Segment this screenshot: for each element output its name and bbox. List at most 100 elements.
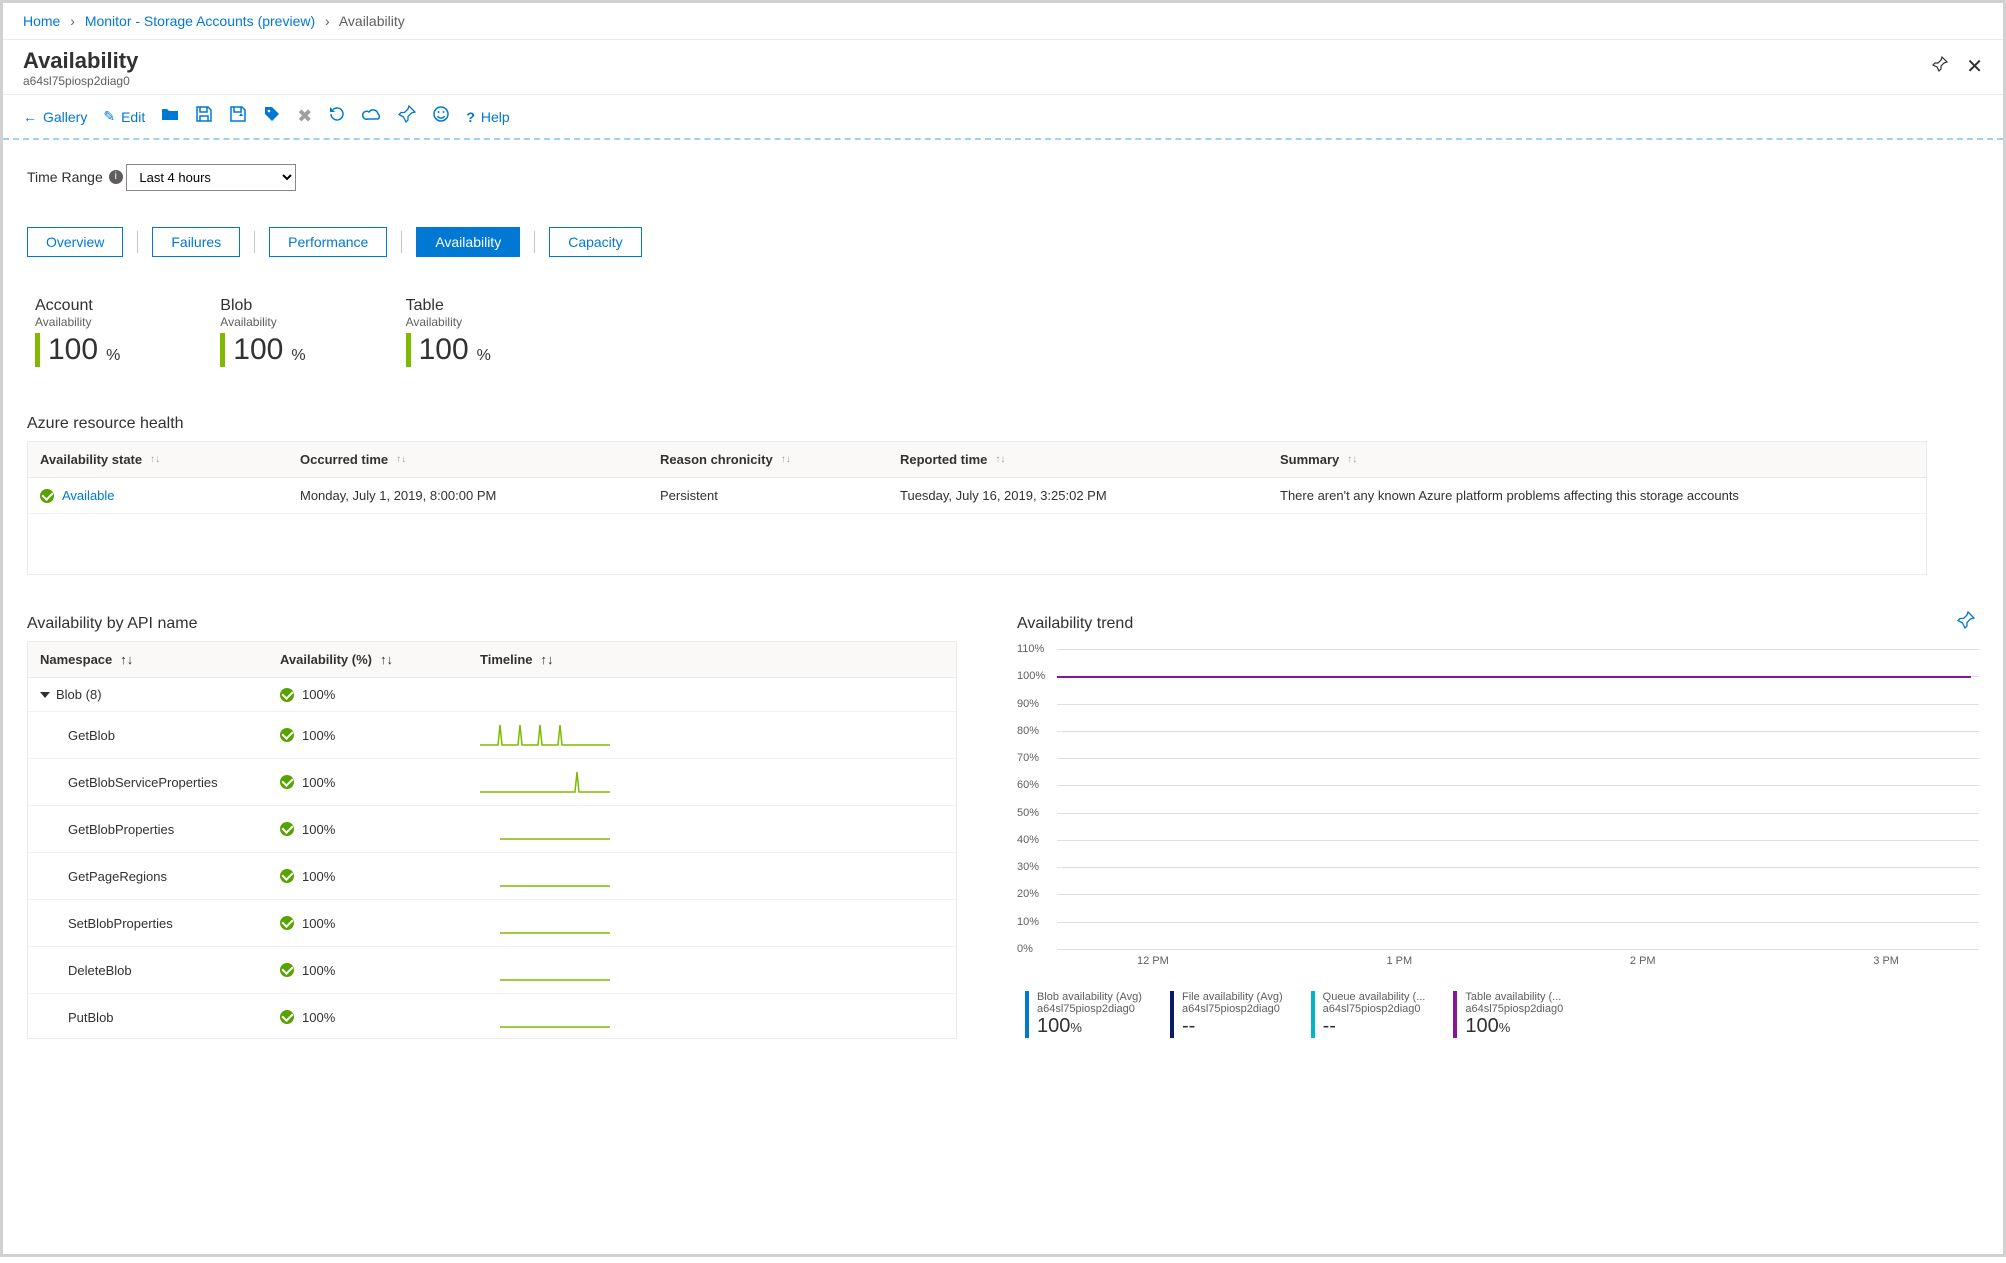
grid-line (1057, 704, 1979, 705)
health-col-occurred[interactable]: Occurred time (300, 452, 388, 467)
api-row[interactable]: GetBlobServiceProperties 100% (28, 759, 956, 806)
back-arrow-icon: ← (23, 109, 37, 125)
legend-blob: Blob availability (Avg) a64sl75piosp2dia… (1025, 991, 1142, 1038)
page-title: Availability (23, 48, 138, 74)
api-row[interactable]: GetPageRegions 100% (28, 853, 956, 900)
kpi-table-value: 100 (419, 333, 469, 367)
breadcrumb-monitor[interactable]: Monitor - Storage Accounts (preview) (85, 13, 315, 29)
tab-overview[interactable]: Overview (27, 227, 123, 257)
health-reason: Persistent (660, 488, 900, 503)
grid-line (1057, 949, 1979, 950)
api-scroll[interactable]: Blob (8) 100% GetBlob 100% GetBlobServic… (28, 678, 956, 1038)
api-cell-name: GetBlob (68, 728, 115, 743)
kpi-bar (35, 333, 40, 367)
kpi-blob: Blob Availability 100 % (220, 297, 305, 367)
tag-icon[interactable] (263, 105, 281, 128)
check-icon (280, 822, 294, 836)
api-cell-pct: 100% (302, 963, 335, 978)
save-icon[interactable] (195, 105, 213, 128)
api-row[interactable]: SetBlobProperties 100% (28, 900, 956, 947)
y-axis-label: 40% (1017, 834, 1039, 846)
tab-separator (254, 231, 255, 253)
api-cell-pct: 100% (302, 687, 335, 702)
api-col-namespace[interactable]: Namespace (40, 652, 112, 667)
sort-icon[interactable]: ↑↓ (380, 652, 393, 667)
sort-icon[interactable]: ↑↓ (120, 652, 133, 667)
edit-label: Edit (121, 109, 145, 125)
breadcrumb-home[interactable]: Home (23, 13, 60, 29)
sort-icon[interactable]: ↑↓ (1347, 454, 1357, 465)
legend-name: File availability (Avg) (1182, 991, 1283, 1003)
info-icon[interactable]: i (109, 170, 123, 184)
breadcrumb-current: Availability (339, 13, 405, 29)
sort-icon[interactable]: ↑↓ (995, 454, 1005, 465)
kpi-blob-title: Blob (220, 297, 305, 315)
sort-icon[interactable]: ↑↓ (396, 454, 406, 465)
y-axis-label: 30% (1017, 861, 1039, 873)
api-col-timeline[interactable]: Timeline (480, 652, 533, 667)
edit-button[interactable]: ✎ Edit (103, 108, 145, 125)
tab-capacity[interactable]: Capacity (549, 227, 641, 257)
tab-failures[interactable]: Failures (152, 227, 240, 257)
caret-down-icon[interactable] (40, 692, 50, 698)
health-row[interactable]: Available Monday, July 1, 2019, 8:00:00 … (28, 478, 1926, 514)
api-row[interactable]: GetBlob 100% (28, 712, 956, 759)
api-cell-pct: 100% (302, 1010, 335, 1025)
api-cell-pct: 100% (302, 916, 335, 931)
health-col-summary[interactable]: Summary (1280, 452, 1339, 467)
kpi-blob-unit: % (291, 347, 305, 365)
sort-icon[interactable]: ↑↓ (150, 454, 160, 465)
api-row[interactable]: GetBlobProperties 100% (28, 806, 956, 853)
grid-line (1057, 785, 1979, 786)
gallery-button[interactable]: ← Gallery (23, 109, 87, 125)
check-icon (280, 869, 294, 883)
sort-icon[interactable]: ↑↓ (541, 652, 554, 667)
folder-icon[interactable] (161, 105, 179, 128)
grid-line (1057, 922, 1979, 923)
kpi-account-value: 100 (48, 333, 98, 367)
health-col-state[interactable]: Availability state (40, 452, 142, 467)
pin-toolbar-icon[interactable] (398, 105, 416, 128)
feedback-icon[interactable] (432, 105, 450, 128)
save-as-icon[interactable] (229, 105, 247, 128)
grid-line (1057, 758, 1979, 759)
close-icon[interactable]: ✕ (1966, 54, 1983, 79)
health-title: Azure resource health (27, 415, 1979, 433)
check-icon (280, 775, 294, 789)
check-icon (280, 1010, 294, 1024)
pin-chart-icon[interactable] (1957, 611, 1975, 634)
kpi-blob-value: 100 (233, 333, 283, 367)
legend-sub: a64sl75piosp2diag0 (1323, 1003, 1426, 1015)
health-col-reported[interactable]: Reported time (900, 452, 987, 467)
help-button[interactable]: ? Help (466, 109, 509, 125)
health-col-reason[interactable]: Reason chronicity (660, 452, 773, 467)
sort-icon[interactable]: ↑↓ (781, 454, 791, 465)
discard-icon[interactable]: ✖ (297, 106, 312, 127)
api-row[interactable]: DeleteBlob 100% (28, 947, 956, 994)
tab-availability[interactable]: Availability (416, 227, 520, 257)
y-axis-label: 50% (1017, 807, 1039, 819)
health-summary: There aren't any known Azure platform pr… (1280, 488, 1914, 503)
kpi-account-sub: Availability (35, 315, 120, 329)
cloud-icon[interactable] (362, 105, 382, 128)
toolbar: ← Gallery ✎ Edit ✖ (3, 95, 2003, 140)
pin-icon[interactable] (1932, 56, 1948, 77)
api-row-blob-group[interactable]: Blob (8) 100% (28, 678, 956, 712)
api-cell-pct: 100% (302, 775, 335, 790)
legend-sub: a64sl75piosp2diag0 (1182, 1003, 1283, 1015)
trend-chart[interactable]: 110%100%90%80%70%60%50%40%30%20%10%0% 12… (1017, 643, 1979, 973)
grid-line (1057, 649, 1979, 650)
refresh-icon[interactable] (328, 105, 346, 128)
legend-name: Table availability (... (1465, 991, 1563, 1003)
tab-performance[interactable]: Performance (269, 227, 387, 257)
legend-table: Table availability (... a64sl75piosp2dia… (1453, 991, 1563, 1038)
body-scroll[interactable]: Time Range i Last 4 hours Overview Failu… (3, 140, 2003, 1263)
grid-line (1057, 731, 1979, 732)
api-col-availability[interactable]: Availability (%) (280, 652, 372, 667)
health-table: Availability state ↑↓ Occurred time ↑↓ Rea… (27, 441, 1927, 575)
api-cell-name: GetBlobServiceProperties (68, 775, 218, 790)
grid-line (1057, 840, 1979, 841)
legend-color (1453, 991, 1457, 1038)
api-row[interactable]: PutBlob 100% (28, 994, 956, 1038)
time-range-select[interactable]: Last 4 hours (126, 164, 296, 191)
